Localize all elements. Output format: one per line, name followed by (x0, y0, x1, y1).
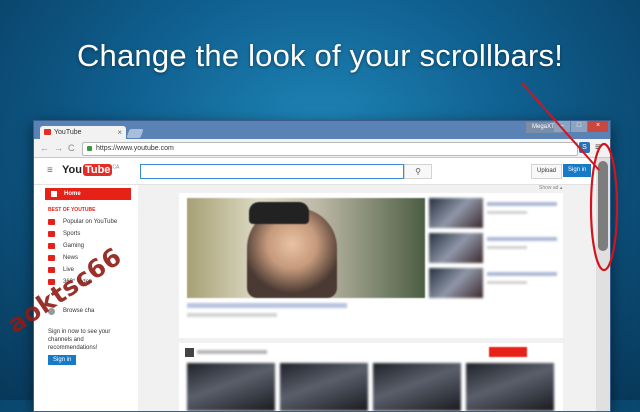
logo-region: CA (112, 164, 120, 171)
search-button[interactable]: ⚲ (404, 164, 432, 179)
scrollbar-extension-icon[interactable]: S (579, 142, 590, 153)
related-video-thumbnail[interactable] (429, 268, 483, 298)
channel-avatar[interactable] (185, 348, 194, 357)
subscribe-button[interactable] (489, 347, 527, 357)
promo-headline: Change the look of your scrollbars! (76, 38, 564, 73)
sidebar-item-label: Browse cha (63, 308, 95, 314)
channel-video-thumbnail[interactable] (187, 363, 275, 411)
sidebar-item-label: Popular on YouTube (63, 219, 118, 225)
youtube-masthead: ≡ You Tube CA ⚲ Upload Sign in (34, 158, 596, 185)
new-tab-button[interactable] (126, 129, 144, 138)
reload-button[interactable]: C (68, 143, 75, 153)
youtube-logo[interactable]: You Tube CA (62, 164, 119, 178)
featured-video-thumbnail[interactable] (187, 198, 425, 298)
home-icon (51, 191, 57, 197)
sidebar-signin-button[interactable]: Sign in (48, 355, 77, 365)
related-video-thumbnail[interactable] (429, 233, 483, 263)
forward-button[interactable]: → (54, 143, 63, 153)
related-video-title[interactable] (487, 237, 557, 241)
featured-video-meta (187, 313, 277, 317)
back-button[interactable]: ← (40, 143, 49, 153)
channel-name[interactable] (197, 350, 267, 354)
youtube-favicon-icon (44, 129, 51, 135)
signin-button[interactable]: Sign in (563, 164, 592, 177)
browser-toolbar: ← → C https://www.youtube.com S ≡ (34, 139, 610, 158)
channel-video-thumbnail[interactable] (373, 363, 461, 411)
close-window-button[interactable]: × (588, 121, 608, 132)
search-icon: ⚲ (415, 167, 421, 176)
related-video-title[interactable] (487, 272, 557, 276)
tab-bar: YouTube × MegaXT – □ × (34, 121, 610, 139)
maximize-button[interactable]: □ (571, 121, 587, 132)
browser-menu-icon[interactable]: ≡ (595, 142, 605, 153)
minimize-button[interactable]: – (554, 121, 570, 132)
sidebar-item-popular[interactable]: Popular on YouTube (48, 217, 133, 227)
custom-scrollbar-thumb[interactable] (598, 161, 608, 251)
sidebar-section-heading: BEST OF YOUTUBE (48, 207, 96, 213)
related-video-meta (487, 281, 527, 284)
gaming-icon (48, 243, 55, 249)
channel-video-thumbnail[interactable] (280, 363, 368, 411)
channel-video-thumbnail[interactable] (466, 363, 554, 411)
youtube-page: ≡ You Tube CA ⚲ Upload Sign in Home BEST O… (34, 158, 596, 411)
tab-close-icon[interactable]: × (117, 126, 122, 139)
address-bar[interactable]: https://www.youtube.com (82, 142, 578, 156)
related-video-title[interactable] (487, 202, 557, 206)
tab-title: YouTube (54, 129, 82, 136)
sports-icon (48, 231, 55, 237)
popular-icon (48, 219, 55, 225)
signin-prompt-text: Sign in now to see your channels and rec… (48, 329, 111, 351)
guide-menu-icon[interactable]: ≡ (47, 165, 53, 176)
tab-youtube[interactable]: YouTube × (40, 126, 126, 139)
related-video-meta (487, 246, 527, 249)
sidebar-item-label: Home (64, 191, 81, 197)
secure-lock-icon (87, 146, 92, 151)
related-video-meta (487, 211, 527, 214)
logo-tube: Tube (82, 164, 113, 176)
sidebar-item-sports[interactable]: Sports (48, 229, 133, 239)
sidebar-item-home[interactable]: Home (45, 188, 131, 200)
live-icon (48, 267, 55, 273)
sidebar-item-label: Sports (63, 231, 81, 237)
sidebar-item-label: Gaming (63, 243, 85, 249)
related-video-thumbnail[interactable] (429, 198, 483, 228)
search-input[interactable] (140, 164, 404, 179)
news-icon (48, 255, 55, 261)
show-ad-toggle[interactable]: Show ad ▴ (539, 185, 562, 191)
logo-you: You (62, 164, 82, 176)
featured-feed (179, 193, 563, 338)
sidebar-item-label: News (63, 255, 79, 261)
upload-button[interactable]: Upload (531, 164, 563, 179)
sidebar-item-gaming[interactable]: Gaming (48, 241, 133, 251)
address-url: https://www.youtube.com (96, 145, 174, 152)
channel-shelf (179, 343, 563, 411)
thumbnail-hat (249, 202, 309, 224)
featured-video-title[interactable] (187, 303, 347, 308)
